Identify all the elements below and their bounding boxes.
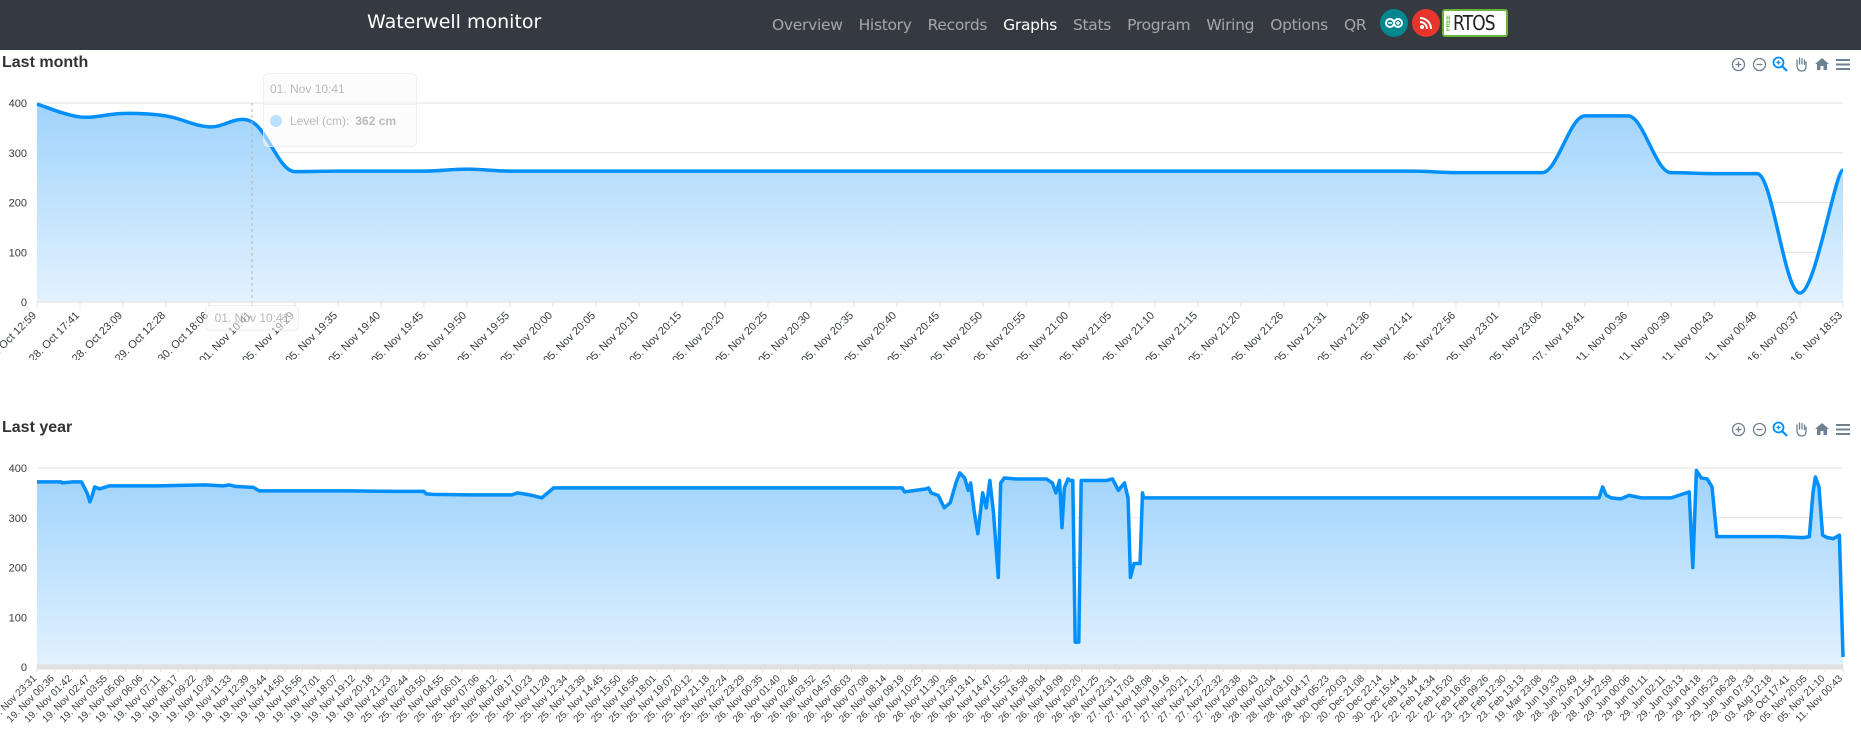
chart-last-month: Last month 0 100 200 300 400 27. Oct 12:59 28.…	[0, 50, 1861, 360]
y-tick-label: 400	[9, 463, 27, 475]
nav-qr[interactable]: QR	[1344, 16, 1367, 34]
brand-title[interactable]: Waterwell monitor	[367, 11, 541, 33]
nav-graphs[interactable]: Graphs	[1003, 16, 1057, 34]
y-tick-label: 300	[9, 148, 27, 160]
nav-stats[interactable]: Stats	[1073, 16, 1111, 34]
y-tick-label: 0	[21, 662, 27, 674]
navbar: Waterwell monitor Overview History Recor…	[0, 0, 1861, 50]
chart-tooltip: 01. Nov 10:41 Level (cm): 362 cm	[263, 73, 417, 147]
tooltip-series-label: Level (cm):	[290, 114, 350, 128]
nav-program[interactable]: Program	[1127, 16, 1191, 34]
espressif-logo-icon[interactable]	[1412, 9, 1441, 37]
nav-overview[interactable]: Overview	[772, 16, 843, 34]
y-tick-label: 400	[9, 98, 27, 110]
y-tick-label: 0	[21, 297, 27, 309]
logos: FREE RTOS	[1380, 9, 1509, 37]
chart-last-year: Last year 0 100 200 300 400 18. Nov 23:31 19. …	[0, 415, 1861, 739]
main-nav: Overview History Records Graphs Stats Pr…	[772, 0, 1509, 50]
chart-svg[interactable]: 010020030040018. Nov 23:3119. Nov 00:361…	[0, 415, 1861, 739]
y-tick-label: 200	[9, 198, 27, 210]
freertos-logo-icon[interactable]: FREE RTOS	[1442, 9, 1509, 37]
nav-history[interactable]: History	[859, 16, 912, 34]
y-tick-label: 100	[9, 247, 27, 259]
tooltip-marker	[270, 115, 282, 127]
nav-records[interactable]: Records	[928, 16, 988, 34]
y-tick-label: 300	[9, 513, 27, 525]
arduino-logo-icon[interactable]	[1380, 9, 1409, 37]
xaxis-tooltip: 01. Nov 10:41	[205, 305, 299, 331]
y-tick-label: 200	[9, 563, 27, 575]
tooltip-value: 362 cm	[355, 114, 397, 128]
nav-wiring[interactable]: Wiring	[1206, 16, 1254, 34]
tooltip-title: 01. Nov 10:41	[264, 74, 416, 105]
nav-options[interactable]: Options	[1270, 16, 1328, 34]
y-tick-label: 100	[9, 612, 27, 624]
